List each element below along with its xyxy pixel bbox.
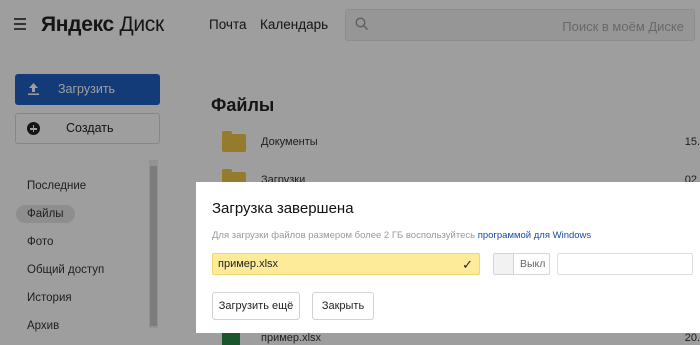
- upload-more-button[interactable]: Загрузить ещё: [212, 292, 300, 320]
- uploaded-file-name: пример.xlsx: [218, 258, 279, 270]
- toggle-knob: [494, 254, 514, 274]
- share-link-field[interactable]: [557, 253, 693, 275]
- toggle-label: Выкл: [520, 258, 546, 270]
- uploaded-file-field: пример.xlsx ✓: [212, 253, 480, 275]
- upload-complete-dialog: Загрузка завершена Для загрузки файлов р…: [196, 182, 700, 333]
- close-button[interactable]: Закрыть: [312, 292, 374, 320]
- hint-text: Для загрузки файлов размером более 2 ГБ …: [212, 230, 478, 241]
- share-toggle[interactable]: Выкл: [493, 253, 550, 275]
- windows-app-link[interactable]: программой для Windows: [478, 230, 591, 241]
- dialog-title: Загрузка завершена: [212, 200, 354, 217]
- checkmark-icon: ✓: [462, 257, 473, 272]
- dialog-hint: Для загрузки файлов размером более 2 ГБ …: [212, 230, 591, 241]
